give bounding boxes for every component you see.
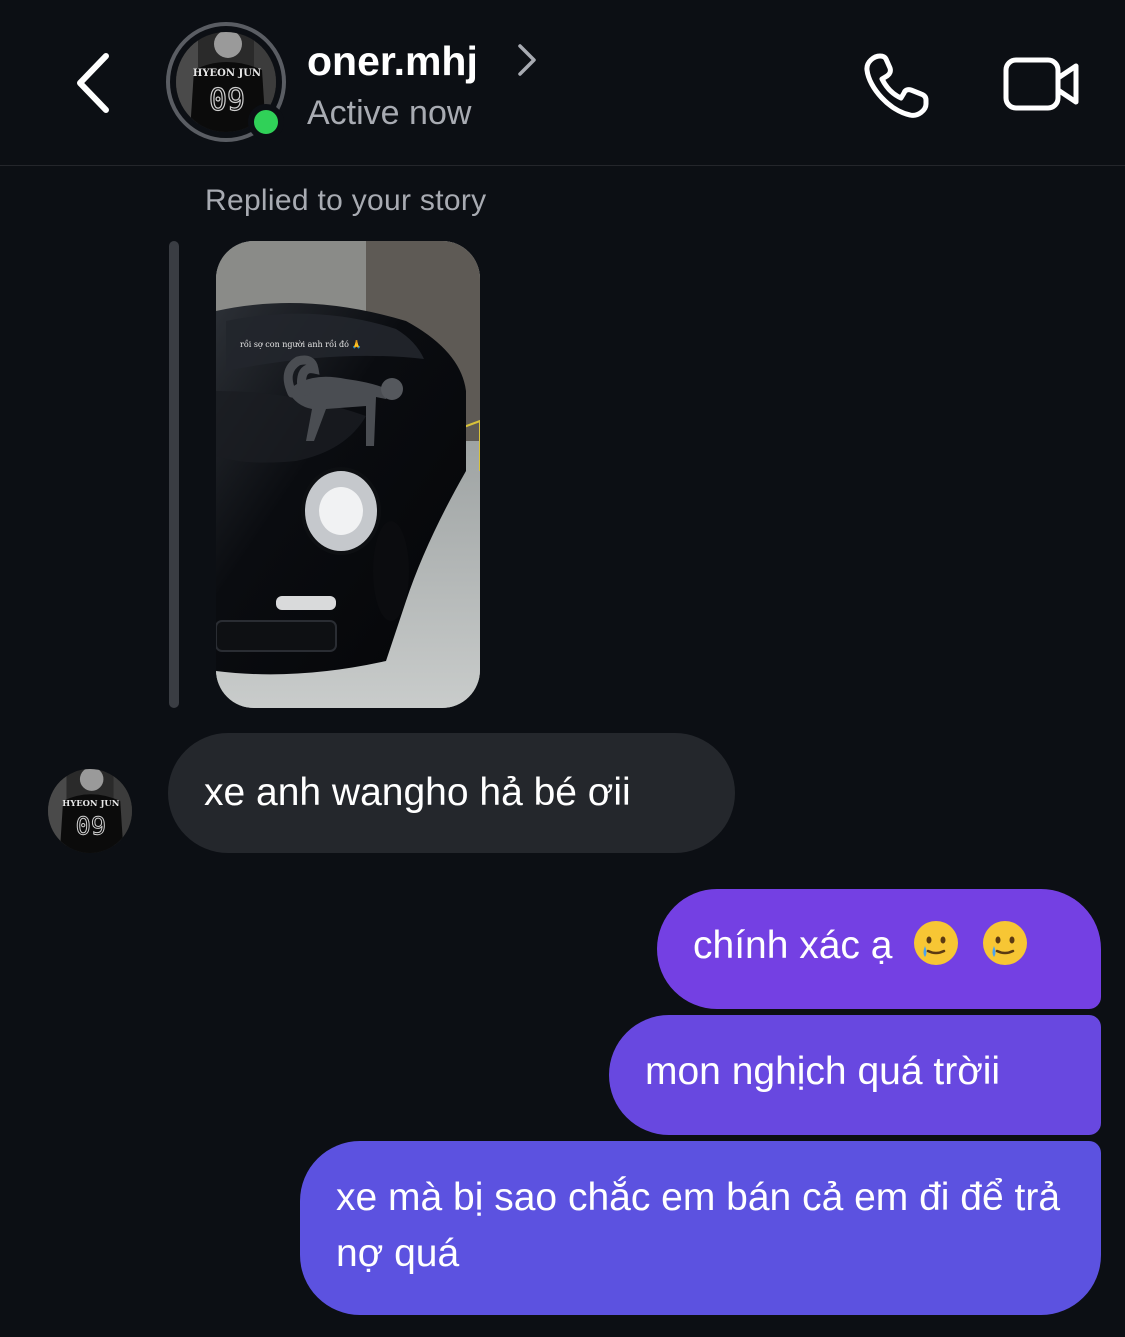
back-chevron-icon[interactable] — [66, 50, 126, 116]
phone-call-icon[interactable] — [860, 50, 932, 122]
video-call-icon[interactable] — [1002, 54, 1080, 114]
header-avatar[interactable]: HYEON JUN 09 — [166, 22, 286, 142]
story-caption: rồi sợ con người anh rồi đó 🙏 — [240, 340, 362, 349]
chat-header: HYEON JUN 09 oner.mhj Active now — [0, 0, 1125, 166]
message-text: mon nghịch quá trờii — [645, 1050, 1001, 1093]
story-reply-label: Replied to your story — [205, 184, 487, 217]
outgoing-message-bubble[interactable]: chính xác ạ — [657, 889, 1101, 1009]
outgoing-message-bubble[interactable]: xe mà bị sao chắc em bán cả em đi để trả… — [300, 1141, 1101, 1315]
message-text: xe anh wangho hả bé ơii — [204, 771, 631, 814]
story-thumbnail[interactable]: rồi sợ con người anh rồi đó 🙏 — [216, 241, 480, 708]
message-text: xe mà bị sao chắc em bán cả em đi để trả… — [336, 1176, 1061, 1275]
chevron-right-icon[interactable] — [515, 42, 539, 78]
dm-chat-screen: HYEON JUN 09 oner.mhj Active now Replied… — [0, 0, 1125, 1337]
message-text: chính xác ạ — [693, 924, 893, 967]
incoming-message-bubble[interactable]: xe anh wangho hả bé ơii — [168, 733, 735, 853]
svg-text:HYEON JUN: HYEON JUN — [62, 798, 119, 808]
username[interactable]: oner.mhj — [307, 38, 478, 85]
reply-indicator-bar — [169, 241, 179, 708]
svg-text:09: 09 — [209, 83, 245, 118]
svg-text:09: 09 — [76, 812, 106, 841]
svg-text:HYEON JUN: HYEON JUN — [193, 68, 261, 79]
active-status: Active now — [307, 94, 472, 132]
smiling-face-with-tear-icon — [914, 921, 959, 965]
smiling-face-with-tear-icon — [983, 921, 1028, 965]
sender-avatar[interactable]: HYEON JUN 09 — [48, 769, 132, 853]
online-status-dot — [248, 104, 284, 140]
outgoing-message-bubble[interactable]: mon nghịch quá trờii — [609, 1015, 1101, 1135]
